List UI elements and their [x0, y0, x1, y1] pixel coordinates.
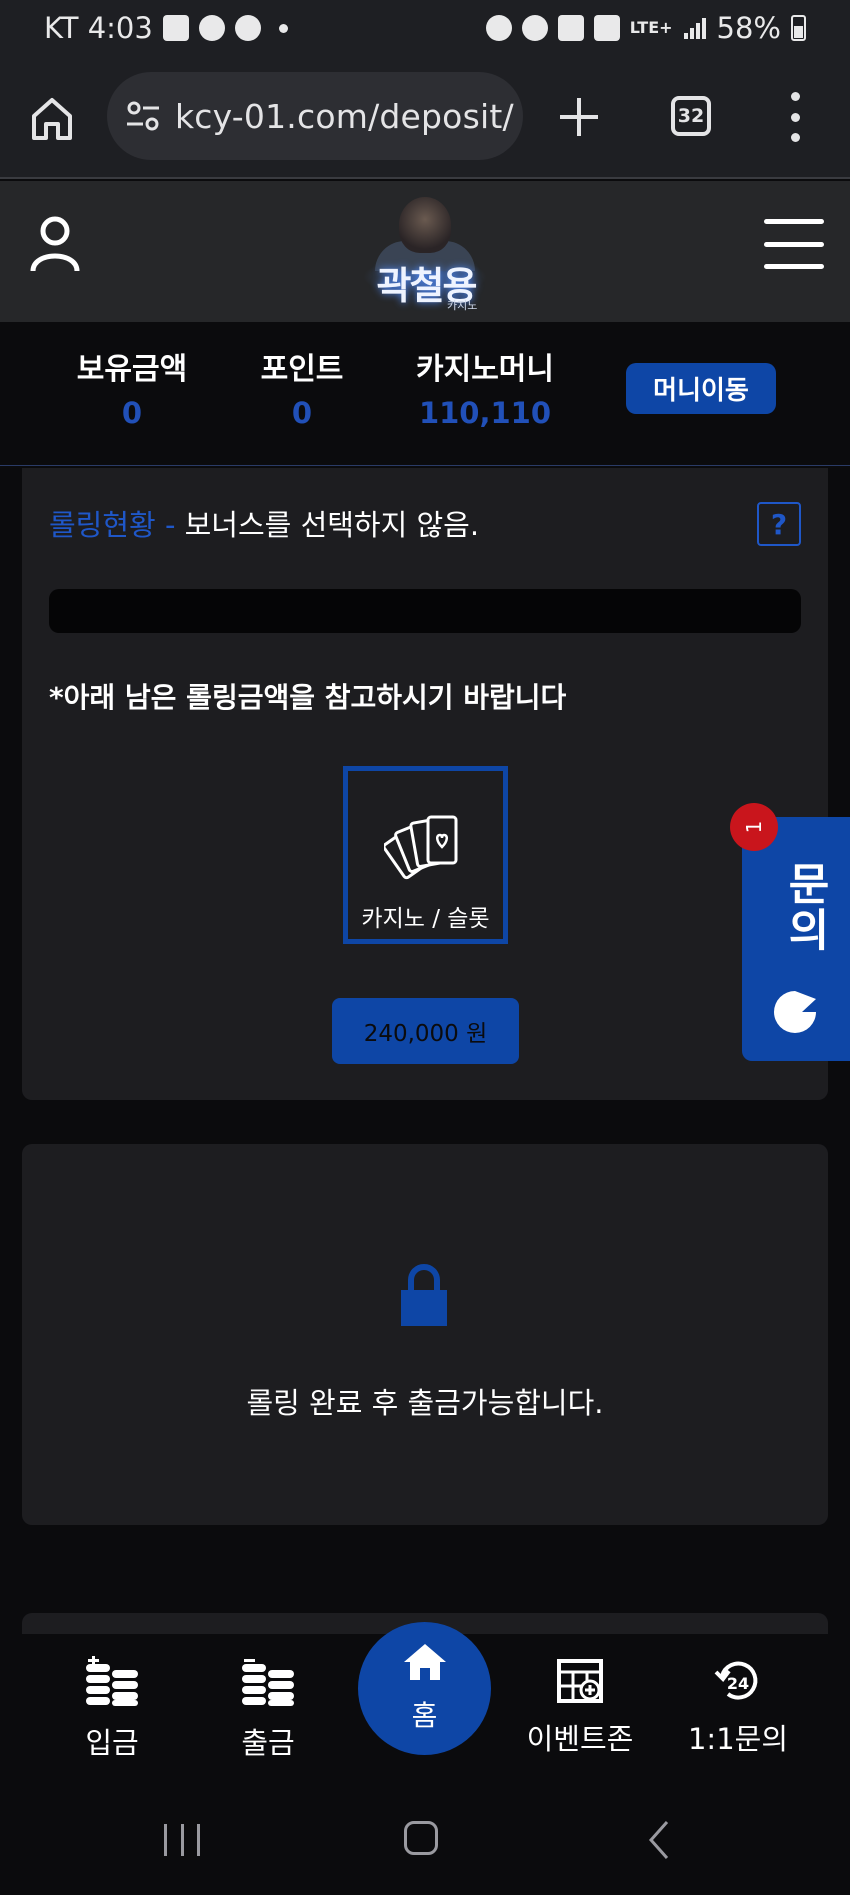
balance-value: 110,110: [418, 396, 552, 430]
address-bar[interactable]: kcy-01.com/deposit/: [107, 72, 523, 160]
mute-icon: [557, 15, 584, 41]
nav-event-label: 이벤트존: [526, 1722, 634, 1756]
balance-value: 0: [291, 396, 313, 430]
notification-badge: 1: [730, 803, 778, 851]
inquiry-float-tab[interactable]: 문의: [742, 817, 850, 1061]
nav-inquiry-label: 1:1문의: [687, 1722, 789, 1756]
new-tab-icon[interactable]: [556, 94, 602, 140]
balance-points: 포인트 0: [252, 344, 352, 430]
game-category-tile[interactable]: 카지노 / 슬롯: [343, 766, 508, 944]
signal-icon: [683, 18, 706, 39]
logo-subtitle: 카지노: [447, 299, 478, 312]
balance-label: 카지노머니: [416, 352, 554, 387]
hd-icon: [593, 15, 620, 41]
app-notification-icon: [234, 15, 261, 41]
home-icon: [404, 1644, 446, 1680]
browser-toolbar: kcy-01.com/deposit/ 32: [0, 56, 850, 179]
balance-label: 보유금액: [76, 352, 188, 387]
rolling-heading: 롤링현황 - 보너스를 선택하지 않음.: [49, 502, 479, 544]
browser-menu-icon[interactable]: [786, 92, 804, 142]
network-type: LTE+: [629, 18, 673, 37]
nav-deposit[interactable]: 입금: [72, 1656, 152, 1762]
tab-count: 32: [677, 105, 705, 127]
back-icon[interactable]: [648, 1820, 670, 1860]
android-home-icon[interactable]: [404, 1821, 438, 1855]
rolling-amount-button[interactable]: 240,000 원: [332, 998, 519, 1064]
inquiry-float-label: 문의: [779, 861, 830, 953]
nav-inquiry[interactable]: 24 1:1문의: [686, 1656, 790, 1758]
event-calendar-icon: [557, 1659, 603, 1703]
game-category-label: 카지노 / 슬롯: [361, 906, 490, 932]
lock-message: 롤링 완료 후 출금가능합니다.: [246, 1386, 604, 1420]
balance-value: 0: [121, 396, 143, 430]
chat-bubble-icon: [774, 991, 816, 1033]
user-icon[interactable]: [30, 213, 80, 273]
balance-casino-money: 카지노머니 110,110: [410, 344, 560, 430]
gallery-notification-icon: [162, 15, 189, 41]
nav-withdraw[interactable]: 출금: [228, 1656, 308, 1762]
carrier-time: KT 4:03: [44, 11, 153, 45]
balance-held: 보유금액 0: [72, 344, 192, 430]
tab-switcher-button[interactable]: 32: [671, 96, 711, 136]
balance-label: 포인트: [260, 352, 344, 387]
logo-portrait: [399, 197, 451, 253]
nav-withdraw-label: 출금: [241, 1726, 295, 1760]
battery-percent: 58%: [716, 11, 781, 45]
more-notifications-dot-icon: [278, 23, 288, 33]
rolling-bonus-status: 보너스를 선택하지 않음.: [184, 508, 480, 542]
support-24h-icon: 24: [714, 1661, 758, 1700]
recent-apps-icon[interactable]: [164, 1824, 200, 1856]
android-navigation-bar: [0, 1786, 850, 1895]
withdraw-lock-card: 롤링 완료 후 출금가능합니다.: [22, 1144, 828, 1525]
nav-home-label: 홈: [411, 1699, 438, 1732]
site-settings-icon[interactable]: [123, 96, 163, 136]
home-icon[interactable]: [28, 94, 76, 142]
lock-status-icon: [485, 15, 512, 41]
site-header: 곽철용 카지노: [0, 181, 850, 322]
status-bar: KT 4:03 LTE+ 58%: [0, 0, 850, 56]
help-icon-glyph: ?: [770, 507, 788, 541]
battery-icon: [791, 15, 806, 41]
deposit-coins-icon: [86, 1656, 138, 1706]
alarm-icon: [521, 15, 548, 41]
rolling-note: *아래 남은 롤링금액을 참고하시기 바랍니다: [49, 681, 567, 714]
nav-home-button[interactable]: 홈: [358, 1622, 491, 1755]
rolling-status-card: 롤링현황 - 보너스를 선택하지 않음. ? *아래 남은 롤링금액을 참고하시…: [22, 468, 828, 1100]
lock-icon: [401, 1264, 447, 1326]
site-logo[interactable]: 곽철용 카지노: [355, 193, 495, 313]
svg-text:24: 24: [727, 1674, 749, 1693]
nav-deposit-label: 입금: [85, 1726, 139, 1760]
message-notification-icon: [198, 15, 225, 41]
rolling-title: 롤링현황 -: [49, 508, 176, 542]
withdraw-coins-icon: [242, 1659, 294, 1706]
hamburger-menu-icon[interactable]: [764, 219, 824, 269]
money-move-button[interactable]: 머니이동: [626, 363, 776, 414]
url-text: kcy-01.com/deposit/: [175, 96, 514, 136]
help-icon[interactable]: ?: [757, 502, 801, 546]
rolling-progress-bar: [49, 589, 801, 633]
playing-cards-icon: [384, 815, 458, 880]
app-screen: KT 4:03 LTE+ 58% kcy-01.com/deposit/ 32: [0, 0, 850, 1895]
nav-event-zone[interactable]: 이벤트존: [520, 1656, 640, 1758]
